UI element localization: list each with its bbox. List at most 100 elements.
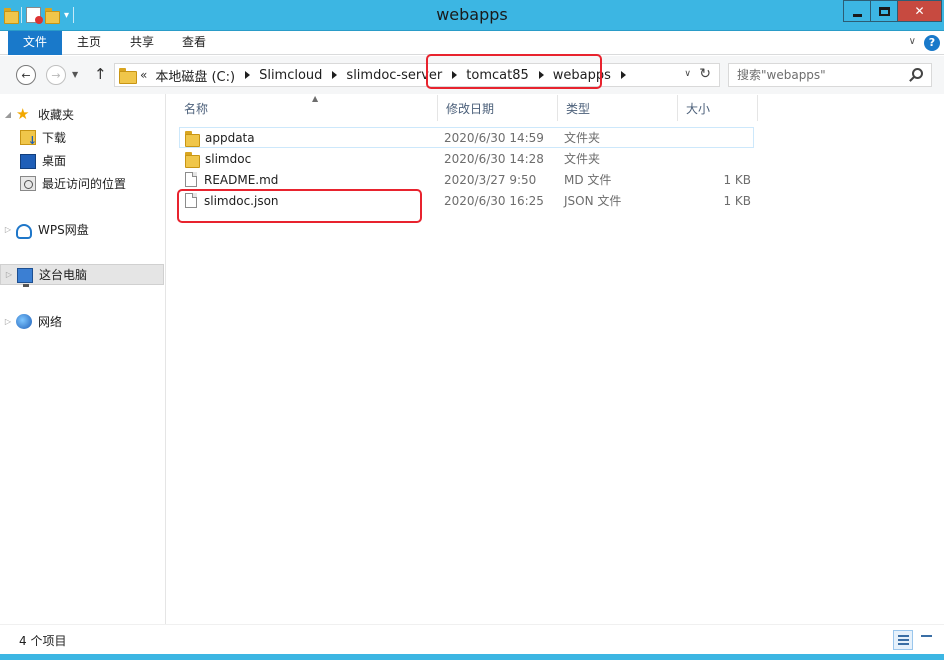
table-row[interactable]: appdata 2020/6/30 14:59 文件夹 [179,127,754,148]
close-icon: ✕ [914,4,925,18]
item-count: 4 个项目 [19,634,67,648]
collapse-caret-icon[interactable]: ◢ [0,110,16,119]
expand-caret-icon[interactable]: ▷ [0,225,16,234]
downloads-folder-icon [20,130,37,147]
navigation-pane: ◢ ★ 收藏夹 下载 桌面 最近访问的位置 ▷ WPS网盘 ▷ 这台电脑 ▷ 网… [0,94,166,624]
sidebar-item-downloads[interactable]: 下载 [0,127,164,148]
sidebar-item-wps-cloud[interactable]: ▷ WPS网盘 [0,219,164,240]
column-header-size[interactable]: 大小 [678,95,758,121]
column-header-name[interactable]: 名称 ▲ [176,94,438,121]
folder-icon [185,130,200,147]
window-title: webapps [436,5,508,24]
file-icon [185,193,197,208]
up-arrow-icon[interactable]: ↑ [94,65,107,83]
file-name: README.md [204,172,279,187]
search-icon[interactable] [912,68,923,79]
sidebar-item-favorites[interactable]: ◢ ★ 收藏夹 [0,104,164,125]
file-name: appdata [205,130,255,145]
window-bottom-edge [0,654,944,660]
sidebar-item-label: 收藏夹 [38,108,75,122]
breadcrumb-webapps[interactable]: webapps [553,68,611,83]
minimize-icon [852,13,862,17]
navigation-bar: ← → ▼ ↑ « 本地磁盘 (C:) Slimcloud slimdoc-se… [0,56,944,94]
status-bar: 4 个项目 [0,624,944,654]
file-date: 2020/3/27 9:50 [444,172,537,187]
maximize-button[interactable] [870,0,897,22]
refresh-icon[interactable]: ↻ [699,66,711,82]
help-icon[interactable]: ? [924,35,940,51]
tab-home[interactable]: 主页 [70,31,108,55]
column-header-label: 名称 [184,101,209,116]
recent-locations-chevron-icon[interactable]: ▼ [72,70,78,79]
large-icons-view-button[interactable] [916,630,936,650]
expand-ribbon-icon[interactable]: ∨ [909,36,916,47]
forward-button[interactable]: → [46,65,66,85]
back-arrow-icon: ← [21,68,31,82]
close-button[interactable]: ✕ [897,0,942,22]
column-header-label: 修改日期 [446,101,495,116]
tab-view[interactable]: 查看 [176,31,212,55]
back-button[interactable]: ← [16,65,36,85]
column-header-date[interactable]: 修改日期 [438,95,558,121]
window-controls: ✕ [843,0,942,22]
search-box[interactable] [728,63,932,87]
sidebar-item-label: 桌面 [42,154,67,168]
breadcrumb-drive[interactable]: 本地磁盘 (C:) [155,66,235,85]
breadcrumb-arrow-icon[interactable] [538,71,544,79]
breadcrumb-arrow-icon[interactable] [620,71,626,79]
details-view-icon [898,635,909,637]
breadcrumb-slimcloud[interactable]: Slimcloud [259,68,322,83]
network-icon [16,314,32,329]
details-view-icon [898,639,909,641]
file-type: JSON 文件 [564,194,622,208]
minimize-button[interactable] [843,0,870,22]
sidebar-item-this-pc[interactable]: ▷ 这台电脑 [0,264,164,287]
column-header-label: 类型 [566,101,591,116]
file-name: slimdoc.json [204,193,279,208]
sidebar-item-network[interactable]: ▷ 网络 [0,311,164,332]
table-row[interactable]: slimdoc 2020/6/30 14:28 文件夹 [179,148,754,169]
folder-icon [185,151,200,168]
computer-icon [17,267,33,287]
sidebar-item-label: 这台电脑 [39,268,88,282]
cloud-icon [16,223,32,239]
desktop-icon [20,154,36,169]
file-list: 名称 ▲ 修改日期 类型 大小 appdata 2020/6/30 14:59 … [167,94,944,624]
details-view-button[interactable] [893,630,913,650]
column-header-type[interactable]: 类型 [558,95,678,121]
address-history-chevron-icon[interactable]: ∨ [684,69,691,79]
forward-arrow-icon: → [51,68,61,82]
expand-caret-icon[interactable]: ▷ [0,317,16,326]
star-icon: ★ [16,105,30,123]
address-bar[interactable]: « 本地磁盘 (C:) Slimcloud slimdoc-server tom… [114,63,720,87]
table-row[interactable]: slimdoc.json 2020/6/30 16:25 JSON 文件 1 K… [179,190,754,211]
breadcrumb-arrow-icon[interactable] [452,71,458,79]
breadcrumb-arrow-icon[interactable] [332,71,338,79]
breadcrumb-slimdoc-server[interactable]: slimdoc-server [346,68,442,83]
sidebar-item-label: WPS网盘 [38,223,89,237]
sidebar-item-label: 下载 [42,131,67,145]
tab-share[interactable]: 共享 [122,31,162,55]
file-name-cell: README.md [180,172,439,187]
column-header-label: 大小 [686,101,711,116]
file-type: 文件夹 [564,131,601,145]
tab-file[interactable]: 文件 [8,31,62,55]
sidebar-item-recent-places[interactable]: 最近访问的位置 [0,173,164,194]
expand-caret-icon[interactable]: ▷ [1,270,17,279]
folder-icon [119,68,137,84]
file-name-cell: slimdoc.json [180,193,439,208]
file-name: slimdoc [205,151,252,166]
breadcrumb-tomcat85[interactable]: tomcat85 [466,68,528,83]
details-view-icon [898,643,909,645]
sidebar-item-label: 最近访问的位置 [42,177,127,191]
file-size: 1 KB [723,193,751,208]
table-row[interactable]: README.md 2020/3/27 9:50 MD 文件 1 KB [179,169,754,190]
sort-ascending-icon: ▲ [312,94,319,103]
breadcrumb-overflow[interactable]: « [140,68,147,82]
breadcrumb-arrow-icon[interactable] [245,71,251,79]
ribbon-tabs: 文件 主页 共享 查看 ∨ ? [0,31,944,55]
large-icons-view-icon [921,635,932,637]
sidebar-item-label: 网络 [38,315,63,329]
search-input[interactable] [729,64,899,86]
sidebar-item-desktop[interactable]: 桌面 [0,150,164,171]
